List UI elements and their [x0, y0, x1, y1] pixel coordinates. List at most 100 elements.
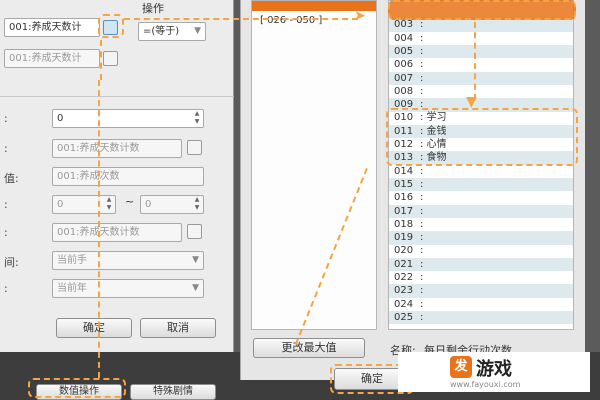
list-item-number: 015	[394, 178, 414, 190]
list-item-name: :	[420, 205, 424, 217]
list-item[interactable]: 015:	[389, 177, 573, 192]
annotation-arrow-line	[124, 18, 358, 20]
range-separator: ~	[125, 195, 135, 208]
operator-select[interactable]: =(等于) ▼	[138, 22, 206, 41]
highlight-value-tab	[28, 378, 126, 398]
list-item-number: 006	[394, 59, 414, 71]
chevron-down-icon: ▼	[194, 26, 201, 36]
list-item[interactable]: 019:	[389, 231, 573, 245]
list-item-number: 024	[394, 298, 414, 310]
condition-dialog: 操作 001:养成天数计 =(等于) ▼ 001:养成天数计 : 0 ▲ ▼ : …	[0, 0, 234, 352]
row-label-constant: :	[4, 112, 8, 125]
range-from-input: 0 ▲ ▼	[52, 195, 116, 214]
cancel-button[interactable]: 取消	[140, 318, 216, 338]
operation-header: 操作	[142, 2, 164, 15]
brand-logo-icon: 发	[450, 356, 472, 378]
list-item-name: :	[420, 192, 424, 204]
list-item[interactable]: 021:	[389, 257, 573, 272]
list-item[interactable]: 014:	[389, 165, 573, 179]
list-item[interactable]: 017:	[389, 204, 573, 218]
highlight-variable-button	[98, 14, 124, 38]
list-item-number: 019	[394, 232, 414, 244]
arrow-right-icon: ➤	[354, 8, 366, 24]
variable-field[interactable]: 001:养成天数计	[4, 18, 100, 37]
highlight-selected-variable	[388, 0, 576, 20]
list-item-number: 018	[394, 218, 414, 230]
list-item-number: 020	[394, 245, 414, 257]
list-item[interactable]: 024:	[389, 298, 573, 312]
list-item-number: 005	[394, 45, 414, 57]
row-label-variable-b: :	[4, 226, 8, 239]
chevron-down-icon: ▼	[192, 255, 199, 265]
list-item-name: :	[420, 72, 424, 84]
list-item-number: 021	[394, 258, 414, 270]
variable-picker-button-disabled	[103, 51, 118, 66]
list-item[interactable]: 008:	[389, 85, 573, 99]
list-item-name: :	[420, 218, 424, 230]
brand-name: 游戏	[476, 359, 512, 380]
random-field: 001:养成次数	[52, 167, 204, 186]
list-item-name: :	[420, 272, 424, 283]
annotation-arrow-line	[474, 22, 476, 100]
arrow-down-icon: ▼	[466, 94, 477, 110]
list-item-name: :	[420, 311, 424, 323]
variable-operand-button-b	[187, 224, 202, 239]
list-item-name: :	[420, 45, 424, 57]
annotation-arrow-line	[98, 80, 100, 378]
list-item-name: :	[420, 178, 424, 190]
variable-group-tree[interactable]: [ 026 - 050 ]	[251, 0, 377, 330]
row-label-variable: :	[4, 142, 8, 155]
range-to-input: 0 ▲ ▼	[140, 195, 204, 214]
constant-value: 0	[57, 113, 64, 124]
list-item-number: 023	[394, 285, 414, 297]
list-item-name: :	[420, 245, 424, 257]
list-item[interactable]: 022:	[389, 271, 573, 285]
list-item[interactable]: 023:	[389, 284, 573, 298]
variable-operand-button	[187, 140, 202, 155]
list-item-name: :	[420, 59, 424, 71]
constant-input[interactable]: 0 ▲ ▼	[52, 109, 204, 128]
spinner-icon: ▲ ▼	[194, 196, 200, 211]
highlight-renamed-items	[386, 108, 578, 166]
operator-select-value: =(等于)	[143, 26, 180, 37]
list-item[interactable]: 006:	[389, 58, 573, 72]
list-item[interactable]: 016:	[389, 191, 573, 205]
list-item[interactable]: 007:	[389, 71, 573, 85]
list-item[interactable]: 003:	[389, 18, 573, 32]
time-select-a: 当前手 ▼	[52, 251, 204, 270]
list-item-number: 004	[394, 32, 414, 44]
variable-operand-field-b: 001:养成天数计数	[52, 223, 182, 242]
list-item-number: 008	[394, 85, 414, 97]
list-item-name: :	[420, 285, 424, 297]
list-item-name: :	[420, 85, 424, 97]
list-item-name: :	[420, 19, 424, 31]
list-item[interactable]: 018:	[389, 218, 573, 232]
range-from-value: 0	[57, 199, 64, 210]
list-item-name: :	[420, 32, 424, 44]
row-label-year: :	[4, 282, 8, 295]
list-item-number: 017	[394, 205, 414, 217]
chevron-down-icon: ▼	[192, 283, 199, 293]
range-to-value: 0	[145, 199, 152, 210]
list-item-name: :	[420, 298, 424, 310]
divider	[0, 96, 234, 97]
variable-field-disabled: 001:养成天数计	[4, 49, 100, 68]
list-item-number: 025	[394, 311, 414, 323]
list-item-number: 014	[394, 165, 414, 177]
ok-button[interactable]: 确定	[56, 318, 132, 338]
row-label-range: :	[4, 198, 8, 211]
list-item[interactable]: 020:	[389, 244, 573, 258]
tree-item[interactable]: [ 026 - 050 ]	[260, 15, 322, 26]
time-select-b-value: 当前年	[57, 283, 87, 294]
list-item[interactable]: 025:	[389, 310, 573, 325]
list-item-name: :	[420, 232, 424, 244]
row-label-random: 值:	[4, 172, 19, 185]
list-item-number: 022	[394, 272, 414, 283]
change-max-button[interactable]: 更改最大值	[253, 338, 365, 358]
list-item[interactable]: 005:	[389, 44, 573, 59]
tab-special-story[interactable]: 特殊剧情	[130, 384, 216, 400]
spinner-icon[interactable]: ▲ ▼	[192, 110, 202, 127]
variable-operand-field: 001:养成天数计数	[52, 139, 182, 158]
list-item[interactable]: 004:	[389, 32, 573, 46]
list-item-name: :	[420, 258, 424, 270]
